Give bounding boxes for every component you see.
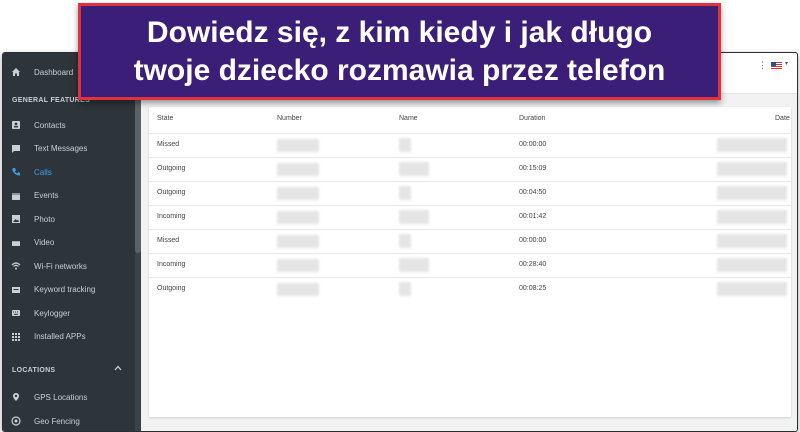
redacted-date xyxy=(717,186,787,200)
redacted-number xyxy=(277,163,319,176)
header-name[interactable]: Name xyxy=(399,115,418,122)
more-vert-icon[interactable]: ⋮ xyxy=(758,60,767,71)
promo-banner: Dowiedz się, z kim kiedy i jak długo two… xyxy=(78,3,721,100)
location-pin-icon xyxy=(10,391,22,403)
apps-icon xyxy=(10,331,22,343)
header-state[interactable]: State xyxy=(157,115,173,122)
sidebar-item-label: Events xyxy=(34,191,59,200)
sidebar-item-photo[interactable]: Photo xyxy=(3,208,135,230)
sidebar-item-label: Installed APPs xyxy=(34,332,86,341)
header-number[interactable]: Number xyxy=(277,115,302,122)
redacted-date xyxy=(717,258,787,272)
sidebar-item-label: Wi-Fi networks xyxy=(34,261,87,271)
sidebar-item-label: Calls xyxy=(34,167,52,177)
cell-state: Outgoing xyxy=(157,189,186,196)
table-row[interactable]: Outgoing 00:04:50 xyxy=(149,181,791,206)
message-icon xyxy=(10,143,22,155)
cell-duration: 00:01:42 xyxy=(519,213,547,220)
header-duration[interactable]: Duration xyxy=(519,115,545,122)
redacted-date xyxy=(717,282,787,296)
sidebar-item-label: Text Messages xyxy=(34,144,88,153)
redacted-name xyxy=(399,162,429,176)
banner-line-1: Dowiedz się, z kim kiedy i jak długo xyxy=(146,15,653,49)
cell-duration: 00:28:40 xyxy=(519,261,547,268)
geofence-icon xyxy=(10,415,22,427)
keyboard-icon xyxy=(10,307,22,319)
table-row[interactable]: Outgoing 00:08:25 xyxy=(149,277,791,302)
sidebar-item-keylogger[interactable]: Keylogger xyxy=(3,302,135,324)
redacted-number xyxy=(277,259,319,272)
cell-duration: 00:15:09 xyxy=(519,165,547,172)
sidebar-item-events[interactable]: Events xyxy=(3,185,135,207)
redacted-number xyxy=(277,211,319,224)
cell-duration: 00:00:00 xyxy=(519,141,547,148)
sidebar-item-label: Keyword tracking xyxy=(34,285,96,294)
sidebar-item-contacts[interactable]: Contacts xyxy=(3,114,135,136)
home-icon xyxy=(10,66,22,78)
sidebar-item-label: Geo Fencing xyxy=(34,416,80,426)
calendar-icon xyxy=(10,190,22,202)
chevron-up-icon[interactable] xyxy=(114,364,122,374)
sidebar-item-video[interactable]: Video xyxy=(3,232,135,254)
sidebar-item-label: Dashboard xyxy=(34,67,74,77)
image-icon xyxy=(10,213,22,225)
table-row[interactable]: Incoming 00:01:42 xyxy=(149,205,791,230)
sidebar: Dashboard GENERAL FEATURES Contacts Text … xyxy=(3,53,141,431)
redacted-number xyxy=(277,139,319,152)
app-window: Dashboard GENERAL FEATURES Contacts Text … xyxy=(2,52,798,432)
banner-line-2: twoje dziecko rozmawia przez telefon xyxy=(133,53,666,87)
redacted-name xyxy=(399,282,411,296)
sidebar-item-wi-fi-networks[interactable]: Wi-Fi networks xyxy=(3,255,135,277)
cell-state: Incoming xyxy=(157,261,186,268)
keyword-icon xyxy=(10,284,22,296)
sidebar-item-text-messages[interactable]: Text Messages xyxy=(3,138,135,160)
sidebar-item-label: GPS Locations xyxy=(34,392,88,402)
redacted-number xyxy=(277,283,319,296)
cell-duration: 00:04:50 xyxy=(519,189,547,196)
cell-state: Missed xyxy=(157,141,180,148)
redacted-name xyxy=(399,186,411,200)
calls-table: State Number Name Duration Date Missed 00… xyxy=(149,107,791,417)
sidebar-item-label: Photo xyxy=(34,214,55,224)
table-row[interactable]: Outgoing 00:15:09 xyxy=(149,157,791,182)
sidebar-item-calls[interactable]: Calls xyxy=(3,161,135,183)
cell-duration: 00:08:25 xyxy=(519,285,547,292)
sidebar-item-gps-locations[interactable]: GPS Locations xyxy=(3,386,135,408)
main-content: ⋮ ▾ State Number Name Duration Date Miss… xyxy=(141,53,797,431)
sidebar-item-label: Video xyxy=(34,238,55,247)
contacts-icon xyxy=(10,119,22,131)
sidebar-item-installed-apps[interactable]: Installed APPs xyxy=(3,326,135,348)
cell-state: Outgoing xyxy=(157,165,186,172)
table-row[interactable]: Missed 00:00:00 xyxy=(149,133,791,158)
redacted-date xyxy=(717,138,787,152)
redacted-date xyxy=(717,162,787,176)
redacted-name xyxy=(399,234,411,248)
phone-icon xyxy=(10,166,22,178)
redacted-date xyxy=(717,234,787,248)
redacted-number xyxy=(277,187,319,200)
section-locations: LOCATIONS xyxy=(12,367,56,374)
sidebar-item-label: Keylogger xyxy=(34,308,71,318)
sidebar-item-label: Contacts xyxy=(34,120,66,130)
redacted-date xyxy=(717,210,787,224)
redacted-number xyxy=(277,235,319,248)
dropdown-arrow-icon[interactable]: ▾ xyxy=(785,60,788,67)
sidebar-item-geo-fencing[interactable]: Geo Fencing xyxy=(3,410,135,431)
sidebar-item-keyword-tracking[interactable]: Keyword tracking xyxy=(3,279,135,301)
redacted-name xyxy=(399,210,429,224)
us-flag-icon[interactable] xyxy=(771,62,782,69)
redacted-name xyxy=(399,258,429,272)
table-row[interactable]: Missed 00:00:00 xyxy=(149,229,791,254)
video-icon xyxy=(10,237,22,249)
redacted-name xyxy=(399,138,411,152)
header-date[interactable]: Date xyxy=(775,115,790,122)
cell-state: Missed xyxy=(157,237,180,244)
cell-state: Incoming xyxy=(157,213,186,220)
table-row[interactable]: Incoming 00:28:40 xyxy=(149,253,791,278)
wifi-icon xyxy=(10,260,22,272)
cell-duration: 00:00:00 xyxy=(519,237,547,244)
cell-state: Outgoing xyxy=(157,285,186,292)
